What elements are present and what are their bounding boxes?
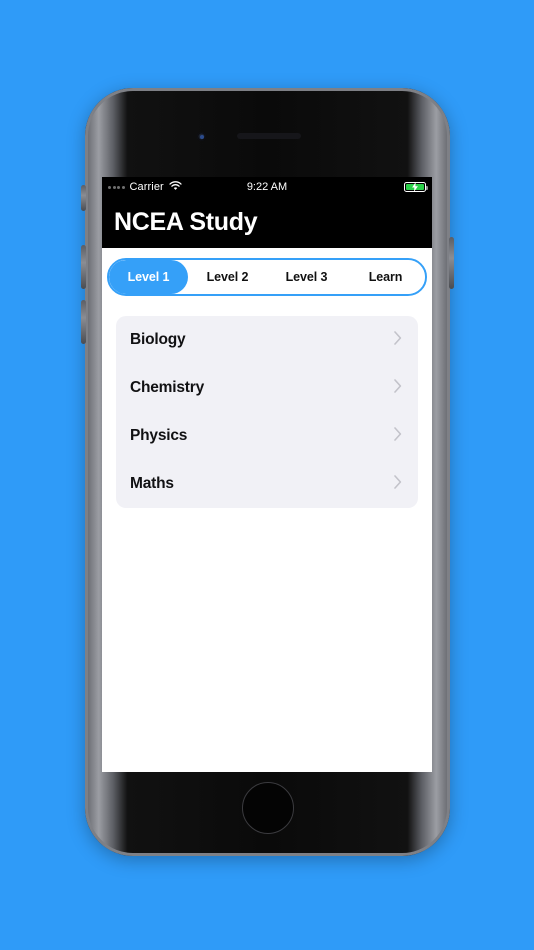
page-title: NCEA Study [114, 208, 258, 236]
list-item-biology[interactable]: Biology [116, 316, 418, 364]
list-item-label: Physics [130, 427, 188, 444]
phone-screen: Carrier 9:22 AM NCEA Study Level 1 Level… [102, 177, 432, 772]
chevron-right-icon [394, 330, 402, 350]
status-bar: Carrier 9:22 AM [102, 177, 432, 197]
tab-bar-container: Level 1 Level 2 Level 3 Learn [102, 248, 432, 296]
main-content: Biology Chemistry Physics Maths [102, 296, 432, 508]
front-camera [197, 132, 206, 141]
chevron-right-icon [394, 426, 402, 446]
list-item-maths[interactable]: Maths [116, 460, 418, 508]
phone-device: Carrier 9:22 AM NCEA Study Level 1 Level… [81, 88, 454, 856]
battery-charging-icon [404, 181, 428, 193]
list-item-label: Chemistry [130, 379, 205, 396]
volume-down-button[interactable] [81, 300, 86, 344]
list-item-physics[interactable]: Physics [116, 412, 418, 460]
home-button[interactable] [241, 782, 294, 834]
power-button[interactable] [449, 237, 454, 289]
chevron-right-icon [394, 474, 402, 494]
subject-list: Biology Chemistry Physics Maths [116, 316, 418, 508]
list-item-label: Biology [130, 331, 186, 348]
volume-up-button[interactable] [81, 245, 86, 289]
list-item-chemistry[interactable]: Chemistry [116, 364, 418, 412]
status-bar-left: Carrier [108, 178, 182, 196]
mute-switch[interactable] [81, 185, 86, 211]
signal-strength-icon [108, 185, 125, 189]
earpiece-speaker [237, 133, 301, 139]
tab-level-1[interactable]: Level 1 [109, 260, 188, 294]
navigation-bar: NCEA Study [102, 197, 432, 248]
wifi-icon [169, 178, 182, 196]
segmented-tab-bar: Level 1 Level 2 Level 3 Learn [107, 258, 427, 296]
tab-level-3[interactable]: Level 3 [267, 260, 346, 294]
carrier-label: Carrier [129, 181, 164, 193]
tab-level-2[interactable]: Level 2 [188, 260, 267, 294]
list-item-label: Maths [130, 475, 174, 492]
status-bar-right [404, 181, 428, 193]
tab-learn[interactable]: Learn [346, 260, 425, 294]
chevron-right-icon [394, 378, 402, 398]
